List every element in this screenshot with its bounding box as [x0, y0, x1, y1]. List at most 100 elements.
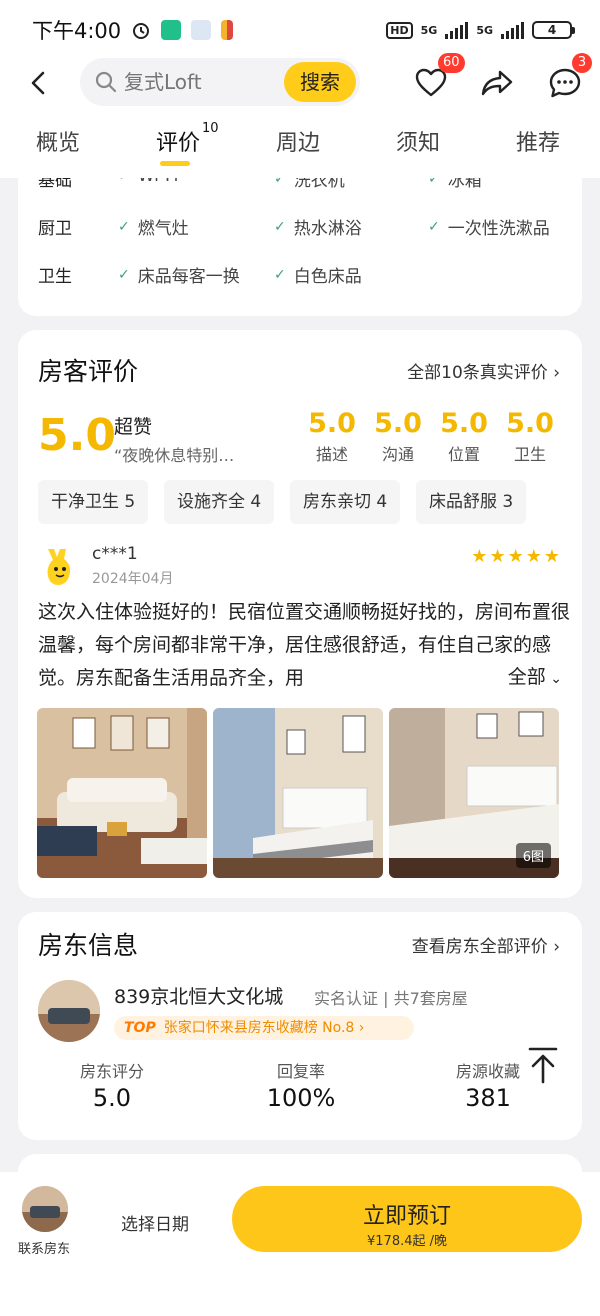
review-photo-bedroom-2[interactable]: 6图 [389, 708, 559, 878]
sub-score: 5.0 卫生 [504, 408, 556, 465]
star-icon: ★ [525, 546, 544, 567]
host-reviews-link[interactable]: 查看房东全部评价 › [412, 932, 560, 957]
check-icon: ✓ [118, 218, 130, 235]
tab-reviews[interactable]: 评价10 [156, 121, 219, 157]
reviewer-avatar[interactable] [40, 545, 80, 589]
photo-count-badge: 6图 [515, 843, 551, 868]
host-ranking: 张家口怀来县房东收藏榜 No.8 [163, 1020, 355, 1036]
tab-reviews-count: 10 [202, 120, 219, 136]
host-stat: 回复率 100% [231, 1058, 371, 1112]
host-meta: 实名认证 | 共7套房屋 [314, 989, 468, 1008]
review-tag[interactable]: 床品舒服 3 [416, 480, 527, 524]
tab-nearby[interactable]: 周边 [276, 125, 320, 157]
review-stars: ★★★★★ [471, 546, 562, 567]
star-icon: ★ [471, 546, 490, 567]
host-stat: 房东评分 5.0 [42, 1058, 182, 1112]
facility-category: 厨卫 [38, 219, 72, 239]
status-time: 下午4:00 [32, 19, 122, 43]
search-bar[interactable]: 搜索 [80, 58, 360, 106]
host-stat-value: 381 [465, 1084, 511, 1112]
expand-review-button[interactable]: 全部 ⌄ [497, 662, 562, 689]
bedroom-photo [213, 708, 383, 878]
app-notification-icon-2 [191, 20, 212, 40]
top-bar: 下午4:00 HD 5G 5G 4 搜索 60 3 [0, 0, 600, 178]
tab-notice[interactable]: 须知 [396, 125, 440, 157]
sub-score: 5.0 位置 [438, 408, 490, 465]
chevron-right-icon: › [553, 363, 560, 383]
host-stat-label: 房东评分 [79, 1062, 144, 1081]
facility-item: 热水淋浴 [293, 219, 362, 239]
tab-overview[interactable]: 概览 [36, 125, 80, 157]
search-button[interactable]: 搜索 [284, 62, 356, 102]
share-icon[interactable] [480, 66, 514, 100]
book-now-button[interactable]: 立即预订 ¥178.4起 /晚 [232, 1186, 582, 1252]
sub-score-value: 5.0 [374, 408, 422, 439]
review-quote: “夜晚休息特别… [114, 446, 235, 465]
favorite-button[interactable]: 60 [412, 53, 465, 106]
reviews-card: 房客评价 全部10条真实评价 › 5.0 超赞 “夜晚休息特别… 5.0 描述 5… [18, 330, 582, 898]
host-reviews-label: 查看房东全部评价 [411, 937, 548, 957]
host-stat-label: 回复率 [276, 1062, 325, 1081]
alarm-icon [133, 23, 150, 39]
bottom-bar: 联系房东 选择日期 立即预订 ¥178.4起 /晚 [0, 1172, 600, 1316]
search-input[interactable] [124, 66, 304, 98]
contact-host-avatar[interactable] [22, 1186, 68, 1232]
facility-row-hygiene: 卫生 ✓ 床品每客一换 ✓ 白色床品 [38, 262, 578, 292]
hd-icon: HD [386, 21, 413, 39]
app-notification-icon-3 [221, 20, 234, 40]
signal-icon [445, 21, 469, 39]
host-stat-value: 100% [266, 1084, 336, 1112]
book-now-label: 立即预订 [362, 1204, 451, 1229]
review-tag[interactable]: 设施齐全 4 [164, 480, 275, 524]
reviewer-name: c***1 [92, 544, 138, 564]
host-title: 房东信息 [38, 931, 139, 960]
contact-host-label[interactable]: 联系房东 [18, 1238, 70, 1257]
sub-score-label: 位置 [447, 445, 480, 464]
sub-score-value: 5.0 [440, 408, 488, 439]
host-avatar[interactable] [38, 980, 100, 1042]
facility-item: 燃气灶 [137, 219, 189, 239]
pick-date-button[interactable]: 选择日期 [121, 1210, 189, 1235]
facility-row-kitchen-bath: 厨卫 ✓ 燃气灶 ✓ 热水淋浴 ✓ 一次性洗漱品 [38, 214, 578, 244]
review-photo-living-room[interactable] [37, 708, 207, 878]
network-label: 5G [420, 23, 438, 37]
sub-score-label: 卫生 [513, 445, 546, 464]
review-tag[interactable]: 干净卫生 5 [38, 480, 149, 524]
check-icon: ✓ [274, 218, 286, 235]
back-to-top-icon[interactable] [527, 1046, 559, 1084]
host-stat-value: 5.0 [92, 1084, 132, 1112]
tab-recommend[interactable]: 推荐 [516, 125, 560, 157]
host-card: 房东信息 查看房东全部评价 › 839京北恒大文化城 实名认证 | 共7套房屋 … [18, 912, 582, 1140]
tab-reviews-label: 评价 [156, 131, 201, 156]
search-icon [95, 71, 117, 93]
check-icon: ✓ [428, 218, 440, 235]
facility-item: 一次性洗漱品 [447, 219, 550, 239]
messages-badge: 3 [572, 53, 592, 73]
status-bar: 下午4:00 HD 5G 5G 4 [32, 14, 575, 46]
facility-item: 床品每客一换 [137, 267, 240, 287]
all-reviews-link[interactable]: 全部10条真实评价 › [407, 358, 560, 383]
header-row: 搜索 60 3 [0, 53, 600, 108]
sub-score-value: 5.0 [506, 408, 554, 439]
expand-review-label: 全部 [507, 666, 546, 688]
book-price: ¥178.4起 /晚 [367, 1234, 447, 1249]
favorites-badge: 60 [438, 53, 465, 73]
rating-word: 超赞 [114, 416, 153, 438]
section-tabs: 概览 评价10 周边 须知 推荐 [0, 121, 600, 166]
host-ranking-badge[interactable]: TOP 张家口怀来县房东收藏榜 No.8 › [114, 1016, 414, 1040]
signal-icon-2 [501, 21, 524, 39]
chevron-down-icon: ⌄ [545, 671, 562, 687]
review-tag[interactable]: 房东亲切 4 [290, 480, 401, 524]
host-avatar-image [38, 980, 100, 1042]
back-arrow-icon[interactable] [24, 68, 54, 98]
contact-avatar-image [22, 1186, 68, 1232]
review-date: 2024年04月 [92, 571, 174, 587]
sub-score-label: 描述 [315, 445, 348, 464]
star-icon: ★ [507, 546, 526, 567]
sub-score: 5.0 描述 [306, 408, 358, 465]
living-room-photo [37, 708, 207, 878]
review-photo-bedroom-1[interactable] [213, 708, 383, 878]
chevron-right-icon: › [358, 1020, 365, 1036]
message-button[interactable]: 3 [548, 53, 592, 106]
review-body: 这次入住体验挺好的！民宿位置交通顺畅挺好找的，房间布置很温馨，每个房间都非常干净… [38, 601, 570, 689]
